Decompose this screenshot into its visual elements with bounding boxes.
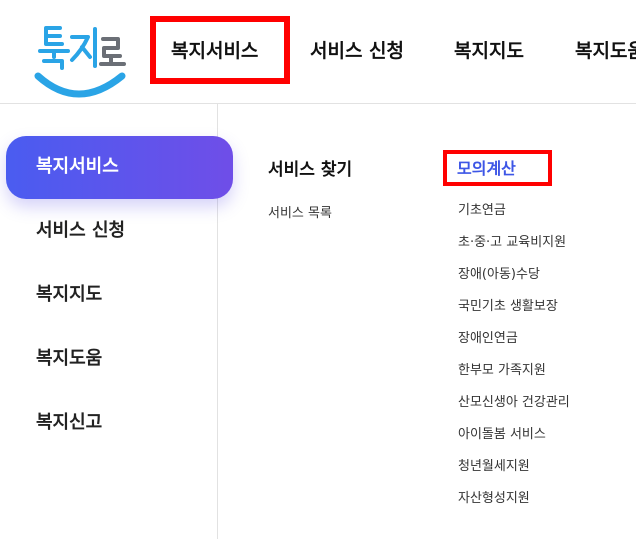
side-item-welfare-help[interactable]: 복지도움 xyxy=(36,344,102,374)
service-finder-heading: 서비스 찾기 xyxy=(268,160,353,180)
service-list-link[interactable]: 서비스 목록 xyxy=(268,202,332,221)
list-item[interactable]: 아이돌봄 서비스 xyxy=(458,426,570,458)
gnb-item-welfare-map[interactable]: 복지지도 xyxy=(454,36,524,66)
side-item-welfare-map[interactable]: 복지지도 xyxy=(36,280,102,310)
mock-calculation-list: 기초연금 초·중·고 교육비지원 장애(아동)수당 국민기초 생활보장 장애인연… xyxy=(458,202,570,522)
gnb-item-service-application[interactable]: 서비스 신청 xyxy=(310,36,404,66)
list-item[interactable]: 초·중·고 교육비지원 xyxy=(458,234,570,266)
list-item[interactable]: 국민기초 생활보장 xyxy=(458,298,570,330)
side-menu: 복지서비스 서비스 신청 복지지도 복지도움 복지신고 xyxy=(0,104,233,539)
gnb-item-welfare-service[interactable]: 복지서비스 xyxy=(171,36,258,66)
list-item[interactable]: 기초연금 xyxy=(458,202,570,234)
gnb-item-welfare-help[interactable]: 복지도움 xyxy=(575,36,636,66)
global-nav: 복지서비스 서비스 신청 복지지도 복지도움 xyxy=(0,0,636,104)
side-item-label: 복지서비스 xyxy=(36,156,119,177)
mock-calculation-heading[interactable]: 모의계산 xyxy=(457,155,516,179)
side-item-welfare-service[interactable]: 복지서비스 xyxy=(6,136,233,199)
side-item-service-application[interactable]: 서비스 신청 xyxy=(36,216,125,246)
side-item-welfare-report[interactable]: 복지신고 xyxy=(36,408,102,438)
list-item[interactable]: 한부모 가족지원 xyxy=(458,362,570,394)
header: 복지서비스 서비스 신청 복지지도 복지도움 xyxy=(0,0,636,104)
list-item[interactable]: 자산형성지원 xyxy=(458,490,570,522)
list-item[interactable]: 장애(아동)수당 xyxy=(458,266,570,298)
list-item[interactable]: 청년월세지원 xyxy=(458,458,570,490)
list-item[interactable]: 장애인연금 xyxy=(458,330,570,362)
list-item[interactable]: 산모신생아 건강관리 xyxy=(458,394,570,426)
